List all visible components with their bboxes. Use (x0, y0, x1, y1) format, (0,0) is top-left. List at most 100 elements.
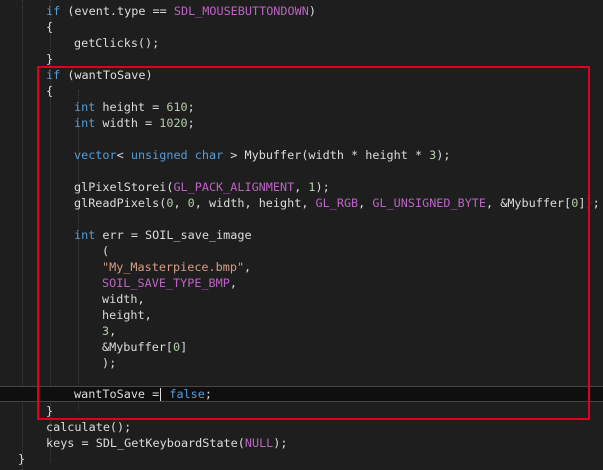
code-token: err = SOIL_save_image (95, 228, 252, 242)
code-token: GL_UNSIGNED_BYTE (372, 196, 487, 210)
code-line[interactable]: glReadPixels(0, 0, width, height, GL_RGB… (0, 195, 603, 211)
code-token: int (74, 228, 96, 242)
code-text: int width = 1020; (74, 115, 195, 131)
code-text: { (46, 19, 53, 35)
code-line[interactable]: int height = 610; (0, 99, 603, 115)
code-line[interactable]: } (0, 403, 603, 419)
code-token: , &Mybuffer[ (486, 196, 572, 210)
code-token: { (46, 84, 54, 98)
code-line[interactable]: } (0, 451, 603, 467)
code-text: calculate(); (46, 419, 131, 435)
code-editor[interactable]: if (event.type == SDL_MOUSEBUTTONDOWN){g… (0, 0, 603, 470)
code-line[interactable] (0, 163, 603, 179)
code-line[interactable]: int err = SOIL_save_image (0, 227, 603, 243)
code-token: ); (436, 148, 451, 162)
code-line[interactable]: "My_Masterpiece.bmp", (0, 259, 603, 275)
code-line[interactable]: calculate(); (0, 419, 603, 435)
code-line[interactable] (0, 371, 603, 387)
code-text: if (wantToSave) (46, 67, 153, 83)
code-token: ; (187, 100, 195, 114)
current-line[interactable]: wantToSave = false; (0, 386, 603, 402)
code-line[interactable]: if (wantToSave) (0, 67, 603, 83)
code-token: ] (180, 340, 188, 354)
code-text: &Mybuffer[0] (102, 339, 187, 355)
code-token: ( (102, 244, 110, 258)
code-token: "My_Masterpiece.bmp" (102, 260, 245, 274)
code-line[interactable]: { (0, 19, 603, 35)
code-token: 610 (166, 100, 188, 114)
code-line[interactable] (0, 131, 603, 147)
code-token: NULL (244, 436, 274, 450)
code-line[interactable]: ( (0, 243, 603, 259)
code-token: SDL_MOUSEBUTTONDOWN (173, 4, 309, 18)
code-token: (wantToSave) (60, 68, 153, 82)
code-text: { (46, 83, 53, 99)
code-token: keys = SDL_GetKeyboardState( (46, 436, 245, 450)
code-text: "My_Masterpiece.bmp", (102, 259, 251, 275)
code-text: getClicks(); (74, 35, 159, 51)
code-line[interactable]: SOIL_SAVE_TYPE_BMP, (0, 275, 603, 291)
code-token: SOIL_SAVE_TYPE_BMP (102, 276, 230, 290)
code-line[interactable]: width, (0, 291, 603, 307)
code-line[interactable]: { (0, 83, 603, 99)
code-text: 3, (102, 323, 116, 339)
code-token: 1020 (159, 116, 188, 130)
code-token: char (194, 148, 224, 162)
code-token: , (244, 260, 252, 274)
code-token: height = (95, 100, 167, 114)
code-token: 0 (187, 196, 195, 210)
code-text: ); (102, 355, 116, 371)
code-token: , (173, 196, 188, 210)
code-token: width, (102, 292, 145, 306)
code-text: } (46, 403, 53, 419)
code-line[interactable]: ); (0, 355, 603, 371)
code-token: , (229, 276, 237, 290)
code-token: unsigned (130, 148, 188, 162)
code-token: ]); (578, 196, 600, 210)
code-line[interactable] (0, 211, 603, 227)
code-line[interactable]: getClicks(); (0, 35, 603, 51)
code-line[interactable]: glPixelStorei(GL_PACK_ALIGNMENT, 1); (0, 179, 603, 195)
code-token: int (74, 116, 96, 130)
code-token: ; (204, 387, 212, 401)
code-token: ) (308, 4, 316, 18)
code-line[interactable]: int width = 1020; (0, 115, 603, 131)
code-token: &Mybuffer[ (102, 340, 174, 354)
code-token: vector (74, 148, 117, 162)
code-text: SOIL_SAVE_TYPE_BMP, (102, 275, 237, 291)
code-token: GL_PACK_ALIGNMENT (173, 180, 295, 194)
code-line[interactable]: height, (0, 307, 603, 323)
code-text: vector< unsigned char > Mybuffer(width *… (74, 147, 451, 163)
code-token: , (294, 180, 309, 194)
code-token: if (46, 4, 61, 18)
code-token: if (46, 68, 61, 82)
code-token: ); (273, 436, 288, 450)
code-token: width = (95, 116, 160, 130)
code-token: getClicks(); (74, 36, 160, 50)
code-text: } (46, 51, 53, 67)
code-text: height, (102, 307, 152, 323)
code-text: if (event.type == SDL_MOUSEBUTTONDOWN) (46, 3, 316, 19)
code-text: glReadPixels(0, 0, width, height, GL_RGB… (74, 195, 600, 211)
code-token: wantToSave = (74, 387, 160, 401)
code-token: > Mybuffer(width * height * (223, 148, 430, 162)
code-line[interactable]: vector< unsigned char > Mybuffer(width *… (0, 147, 603, 163)
code-token: glPixelStorei( (74, 180, 174, 194)
code-text: } (18, 451, 25, 467)
code-line[interactable]: &Mybuffer[0] (0, 339, 603, 355)
code-token: int (74, 100, 96, 114)
code-token: , (109, 324, 117, 338)
code-token: calculate(); (46, 420, 132, 434)
code-line[interactable]: } (0, 51, 603, 67)
code-line[interactable]: 3, (0, 323, 603, 339)
code-token: } (46, 52, 54, 66)
code-token: } (18, 452, 26, 466)
code-text: wantToSave = false; (74, 387, 212, 401)
code-line[interactable]: keys = SDL_GetKeyboardState(NULL); (0, 435, 603, 451)
code-line[interactable]: if (event.type == SDL_MOUSEBUTTONDOWN) (0, 3, 603, 19)
code-token: 1 (308, 180, 316, 194)
code-text: int height = 610; (74, 99, 195, 115)
code-token: glReadPixels( (74, 196, 167, 210)
code-token: GL_RGB (315, 196, 359, 210)
code-text: ( (102, 243, 109, 259)
